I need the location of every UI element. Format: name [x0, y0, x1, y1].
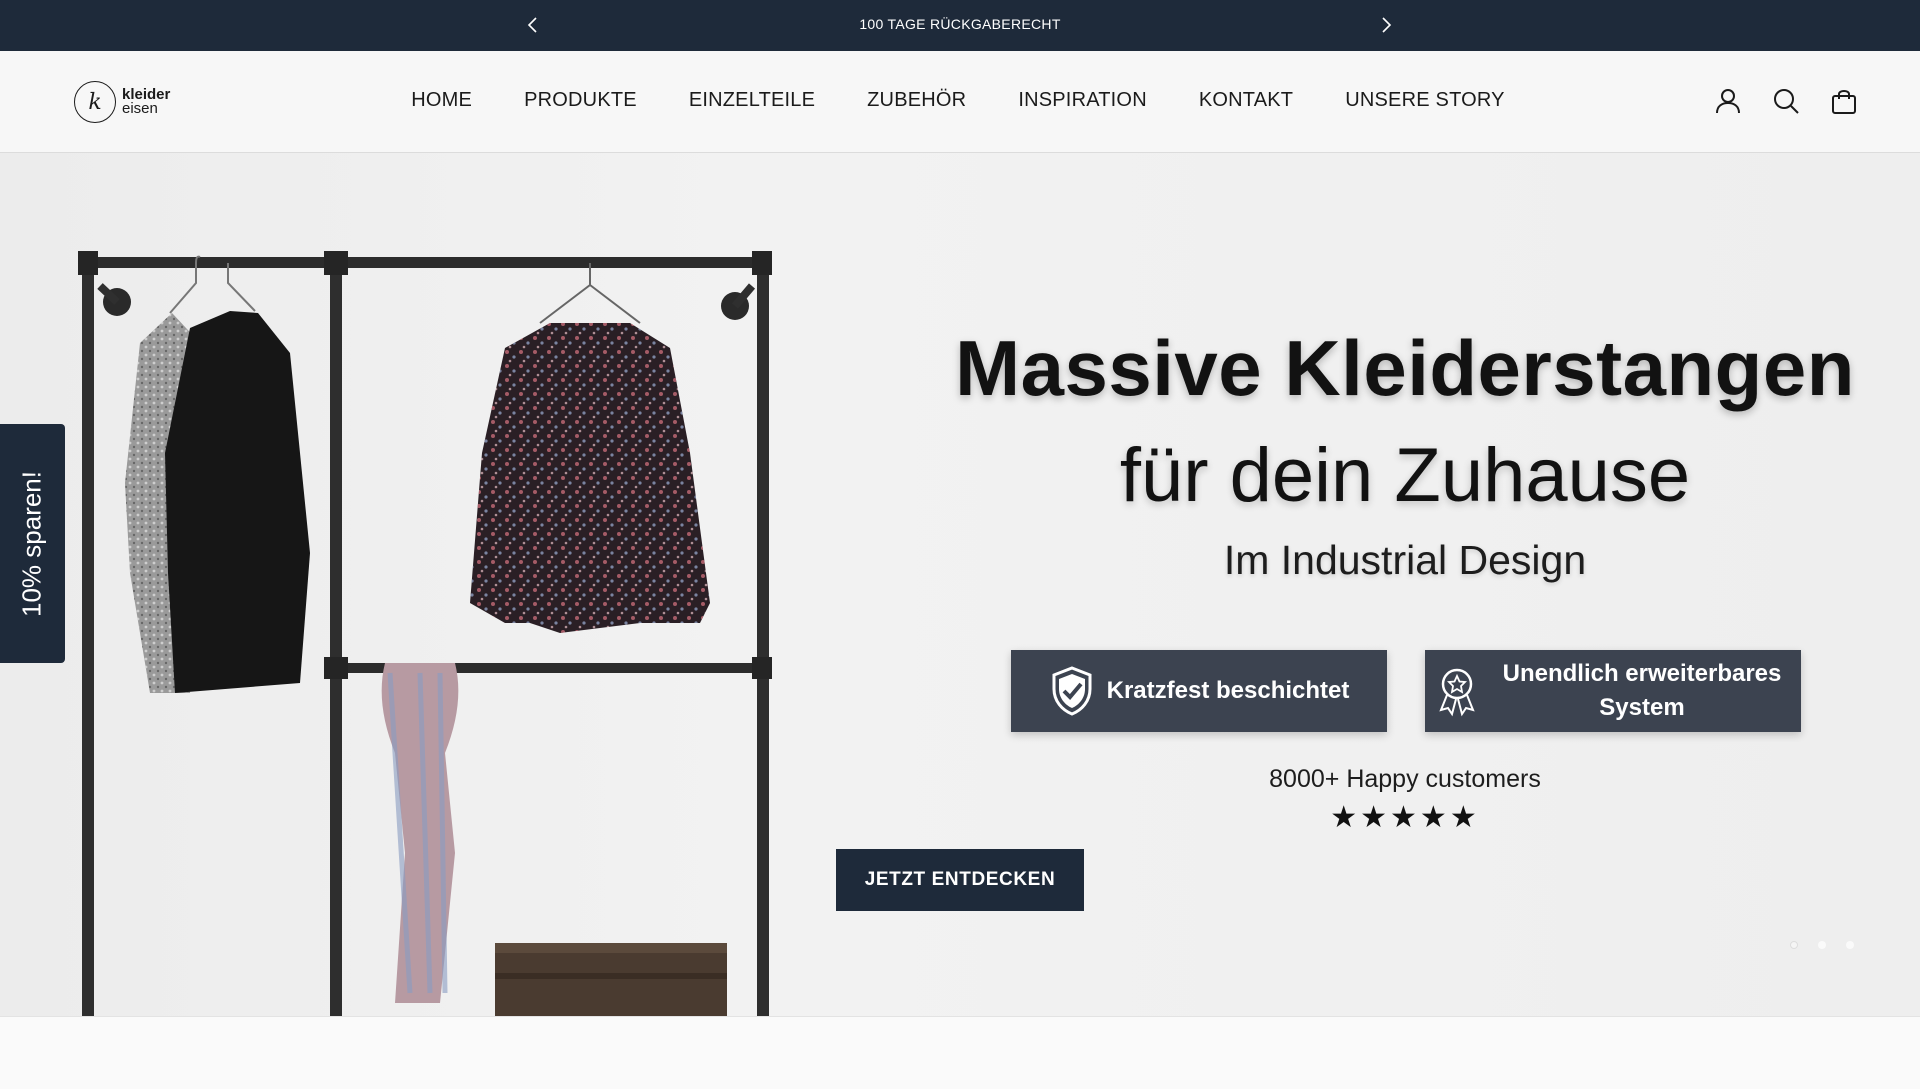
nav-inspiration[interactable]: INSPIRATION [992, 89, 1173, 112]
rating-stars: ★★★★★ [1330, 801, 1480, 834]
nav-home[interactable]: HOME [385, 89, 498, 112]
announcement-message: 100 TAGE RÜCKGABERECHT [859, 16, 1061, 32]
below-fold-section [0, 1016, 1920, 1089]
slider-dots [1790, 941, 1854, 949]
discount-side-tab[interactable]: 10% sparen! [0, 424, 65, 663]
main-nav: HOME PRODUKTE EINZELTEILE ZUBEHÖR INSPIR… [0, 89, 1920, 112]
badge-kratzfest-label: Kratzfest beschichtet [1106, 677, 1350, 704]
hero-banner: Massive Kleiderstangen für dein Zuhause … [0, 153, 1920, 1016]
badge-erweiterbar: Unendlich erweiterbares System [1425, 650, 1801, 732]
hero-title: Massive Kleiderstangen [955, 324, 1855, 412]
nav-einzelteile[interactable]: EINZELTEILE [663, 89, 841, 112]
nav-kontakt[interactable]: KONTAKT [1173, 89, 1319, 112]
search-icon[interactable] [1772, 87, 1800, 115]
account-icon[interactable] [1714, 87, 1742, 115]
slide-dot-2[interactable] [1818, 941, 1826, 949]
slide-dot-3[interactable] [1846, 941, 1854, 949]
cart-bag-icon[interactable] [1830, 87, 1858, 115]
hero-subtitle: für dein Zuhause [1119, 433, 1691, 518]
discount-tab-label: 10% sparen! [16, 471, 47, 617]
chevron-right-icon [1382, 17, 1392, 33]
announcement-next-button[interactable] [1374, 13, 1398, 37]
badge-erweiterbar-label: Unendlich erweiterbares System [1502, 660, 1782, 721]
clothes-rack-image [78, 251, 772, 1016]
jetzt-entdecken-button[interactable]: JETZT ENTDECKEN [836, 849, 1084, 911]
announcement-bar: 100 TAGE RÜCKGABERECHT [0, 0, 1920, 51]
site-header: k kleider eisen HOME PRODUKTE EINZELTEIL… [0, 51, 1920, 153]
slide-dot-1[interactable] [1790, 941, 1798, 949]
shield-check-icon [1052, 666, 1092, 716]
award-ribbon-icon [1439, 668, 1475, 717]
badge-kratzfest: Kratzfest beschichtet [1011, 650, 1387, 732]
nav-produkte[interactable]: PRODUKTE [498, 89, 663, 112]
social-proof: 8000+ Happy customers ★★★★★ [1200, 765, 1610, 835]
nav-zubehoer[interactable]: ZUBEHÖR [841, 89, 992, 112]
hero-headline: Massive Kleiderstangen für dein Zuhause … [900, 323, 1910, 584]
header-actions [1714, 87, 1858, 115]
happy-customers-text: 8000+ Happy customers [1269, 765, 1541, 793]
hero-tagline: Im Industrial Design [1223, 537, 1587, 583]
nav-unsere-story[interactable]: UNSERE STORY [1319, 89, 1530, 112]
